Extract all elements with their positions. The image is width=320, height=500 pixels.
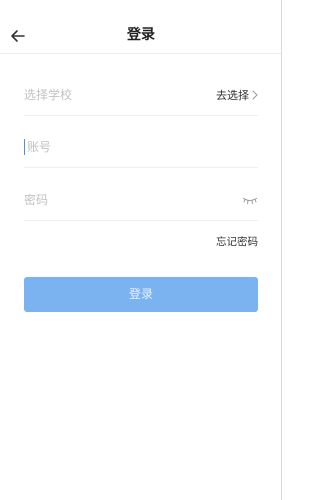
forgot-password-link[interactable]: 忘记密码 [216,234,258,250]
eye-closed-icon[interactable] [242,195,258,205]
account-placeholder: 账号 [27,140,52,154]
login-button[interactable]: 登录 [24,277,258,312]
top-bar: 登录 [0,0,282,54]
school-placeholder: 选择学校 [24,88,73,102]
page-title: 登录 [127,27,155,43]
screen-edge-divider [281,0,282,500]
text-caret [24,139,25,155]
school-select-row[interactable]: 选择学校 去选择 [24,76,258,116]
choose-school-link[interactable]: 去选择 [216,86,258,104]
chevron-right-icon [252,90,258,100]
password-placeholder: 密码 [24,193,49,207]
choose-school-label: 去选择 [216,89,249,102]
password-field[interactable]: 密码 [24,181,258,221]
account-field[interactable]: 账号 [24,128,258,168]
login-screen: 登录 选择学校 去选择 账号 密码 忘记密码 登录 [0,0,282,500]
